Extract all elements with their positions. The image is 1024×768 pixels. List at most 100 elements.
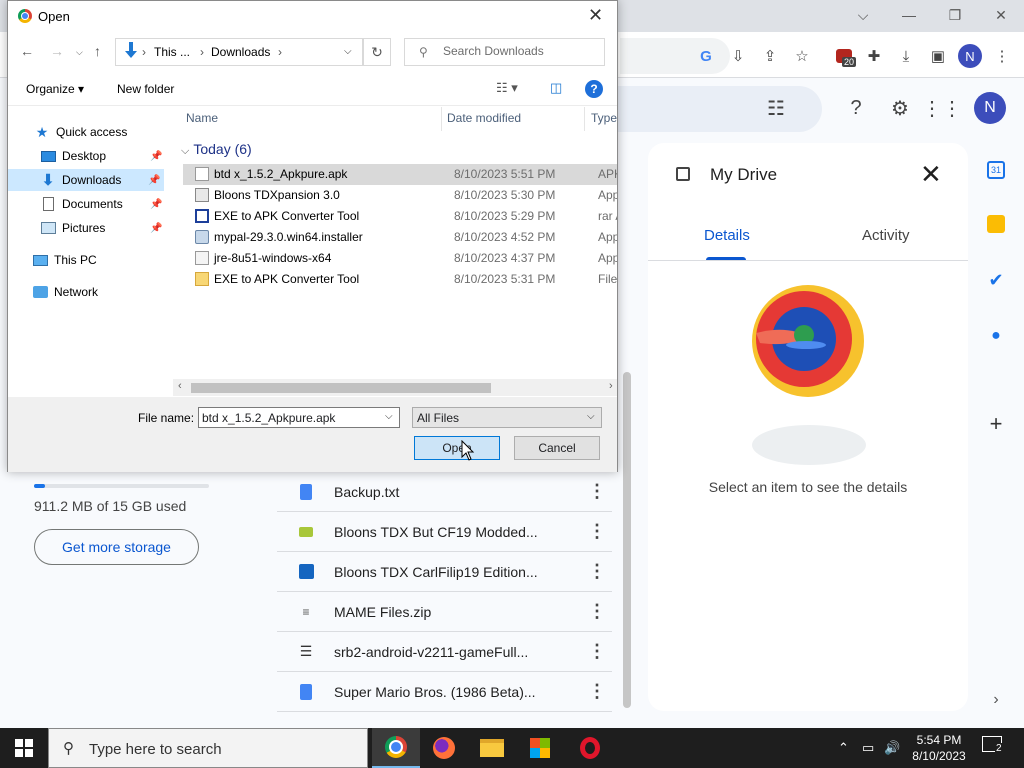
scroll-left-icon[interactable]: ‹: [178, 380, 182, 392]
breadcrumb-downloads[interactable]: Downloads: [211, 45, 270, 59]
tasks-icon[interactable]: ✔: [982, 266, 1010, 294]
nav-documents[interactable]: Documents 📌: [40, 193, 164, 215]
list-item[interactable]: Bloons TDX CarlFilip19 Edition... ⋮: [277, 552, 612, 592]
settings-gear-icon[interactable]: ⚙: [886, 94, 914, 122]
search-input[interactable]: [443, 44, 593, 58]
share-icon[interactable]: ⇪: [758, 44, 782, 68]
google-icon[interactable]: G: [694, 44, 718, 68]
extensions-puzzle-icon[interactable]: ✚: [862, 44, 886, 68]
taskbar-chrome[interactable]: [372, 728, 420, 768]
close-window-icon[interactable]: ✕: [978, 4, 1024, 26]
browser-menu-icon[interactable]: ⋮: [990, 44, 1014, 68]
preview-pane-icon[interactable]: ◫: [550, 80, 562, 96]
start-button[interactable]: [0, 728, 48, 768]
list-item[interactable]: ≡ MAME Files.zip ⋮: [277, 592, 612, 632]
search-options-icon[interactable]: ☷: [762, 94, 790, 122]
more-actions-icon[interactable]: ⋮: [582, 521, 612, 542]
notification-center-icon[interactable]: 2: [982, 736, 1006, 760]
drive-search-bar[interactable]: [612, 86, 822, 132]
list-item[interactable]: Bloons TDX But CF19 Modded... ⋮: [277, 512, 612, 552]
install-app-icon[interactable]: ⇩: [726, 44, 750, 68]
file-type-select[interactable]: All Files ⌵: [412, 407, 602, 428]
drive-account-avatar[interactable]: N: [974, 92, 1006, 124]
cancel-button[interactable]: Cancel: [514, 436, 600, 460]
file-row[interactable]: Bloons TDXpansion 3.0 8/10/2023 5:30 PM …: [183, 185, 617, 206]
main-scrollbar[interactable]: [623, 372, 631, 708]
close-dialog-icon[interactable]: ✕: [588, 5, 603, 26]
tab-search-chevron-icon[interactable]: ⌵: [840, 4, 886, 26]
dialog-help-icon[interactable]: ?: [585, 80, 603, 98]
help-icon[interactable]: ?: [842, 94, 870, 122]
column-header-date[interactable]: Date modified: [447, 111, 521, 125]
view-options-icon[interactable]: ☷ ▾: [496, 80, 518, 96]
nav-desktop[interactable]: Desktop 📌: [40, 145, 164, 167]
list-item[interactable]: Super Mario Bros. (1986 Beta)... ⋮: [277, 672, 612, 712]
back-arrow-icon[interactable]: ←: [20, 43, 34, 59]
get-more-storage-button[interactable]: Get more storage: [34, 529, 199, 565]
tab-activity[interactable]: Activity: [862, 227, 910, 244]
nav-pictures[interactable]: Pictures 📌: [40, 217, 164, 239]
keep-icon[interactable]: [982, 210, 1010, 238]
open-button[interactable]: Open: [414, 436, 500, 460]
new-folder-button[interactable]: New folder: [117, 82, 174, 96]
add-addon-icon[interactable]: +: [982, 410, 1010, 438]
scroll-right-icon[interactable]: ›: [609, 380, 613, 392]
downloads-icon[interactable]: ⤓: [894, 44, 918, 68]
nav-network[interactable]: Network: [32, 281, 162, 303]
more-actions-icon[interactable]: ⋮: [582, 601, 612, 622]
file-row[interactable]: EXE to APK Converter Tool 8/10/2023 5:29…: [183, 206, 617, 227]
volume-icon[interactable]: 🔊: [884, 740, 900, 756]
organize-menu[interactable]: Organize ▾: [26, 82, 84, 96]
bookmark-star-icon[interactable]: ☆: [790, 44, 814, 68]
file-row[interactable]: EXE to APK Converter Tool 8/10/2023 5:31…: [183, 269, 617, 290]
calendar-icon[interactable]: 31: [982, 156, 1010, 184]
taskbar-clock[interactable]: 5:54 PM 8/10/2023: [904, 732, 974, 764]
group-header-today[interactable]: ⌵ Today (6): [181, 141, 252, 158]
firefox-icon: [433, 737, 455, 759]
apps-grid-icon[interactable]: ⋮⋮: [922, 94, 962, 122]
forward-arrow-icon[interactable]: →: [50, 43, 64, 59]
scrollbar-thumb[interactable]: [191, 383, 491, 393]
up-arrow-icon[interactable]: ↑: [94, 43, 101, 59]
taskbar-opera[interactable]: [566, 728, 614, 768]
list-item[interactable]: Backup.txt ⋮: [277, 472, 612, 512]
horizontal-scrollbar[interactable]: ‹ ›: [173, 379, 617, 396]
file-name-field[interactable]: btd x_1.5.2_Apkpure.apk ⌵: [198, 407, 400, 428]
more-actions-icon[interactable]: ⋮: [582, 561, 612, 582]
file-row[interactable]: jre-8u51-windows-x64 8/10/2023 4:37 PM A…: [183, 248, 617, 269]
refresh-button[interactable]: ↻: [363, 38, 391, 66]
file-name-dropdown-icon[interactable]: ⌵: [385, 411, 393, 422]
nav-this-pc[interactable]: This PC: [32, 249, 162, 271]
taskbar-file-explorer[interactable]: [468, 728, 516, 768]
taskbar-firefox[interactable]: [420, 728, 468, 768]
more-actions-icon[interactable]: ⋮: [582, 641, 612, 662]
close-details-icon[interactable]: ✕: [920, 159, 942, 190]
search-downloads-field[interactable]: ⚲: [404, 38, 605, 66]
taskbar-store[interactable]: [516, 728, 564, 768]
file-name: Backup.txt: [334, 483, 400, 500]
show-hidden-icons-chevron-icon[interactable]: ⌃: [838, 740, 849, 756]
nav-quick-access[interactable]: ★ Quick access: [34, 121, 164, 143]
restore-icon[interactable]: ❐: [932, 4, 978, 26]
more-actions-icon[interactable]: ⋮: [582, 481, 612, 502]
column-header-type[interactable]: Type: [591, 111, 617, 125]
column-header-name[interactable]: Name: [186, 111, 218, 125]
side-panel-icon[interactable]: ▣: [926, 44, 950, 68]
minimize-icon[interactable]: —: [886, 4, 932, 26]
more-actions-icon[interactable]: ⋮: [582, 681, 612, 702]
file-row[interactable]: mypal-29.3.0.win64.installer 8/10/2023 4…: [183, 227, 617, 248]
nav-downloads[interactable]: ⬇ Downloads 📌: [8, 169, 164, 191]
network-tray-icon[interactable]: ▭: [862, 740, 874, 756]
taskbar-search-box[interactable]: ⚲ Type here to search: [48, 728, 368, 768]
tab-details[interactable]: Details: [704, 227, 750, 244]
recent-locations-chevron-icon[interactable]: ⌵: [76, 47, 83, 58]
contacts-icon[interactable]: ●: [982, 322, 1010, 350]
breadcrumb[interactable]: › This ... › Downloads › ⌵: [115, 38, 363, 66]
breadcrumb-dropdown-icon[interactable]: ⌵: [344, 46, 352, 57]
expand-panel-chevron-icon[interactable]: ›: [982, 686, 1010, 714]
breadcrumb-this-pc[interactable]: This ...: [154, 45, 190, 59]
list-item[interactable]: ☰ srb2-android-v2211-gameFull... ⋮: [277, 632, 612, 672]
browser-profile-avatar[interactable]: N: [958, 44, 982, 68]
file-row[interactable]: btd x_1.5.2_Apkpure.apk 8/10/2023 5:51 P…: [183, 164, 617, 185]
extension-badge-icon[interactable]: 20: [832, 44, 857, 68]
